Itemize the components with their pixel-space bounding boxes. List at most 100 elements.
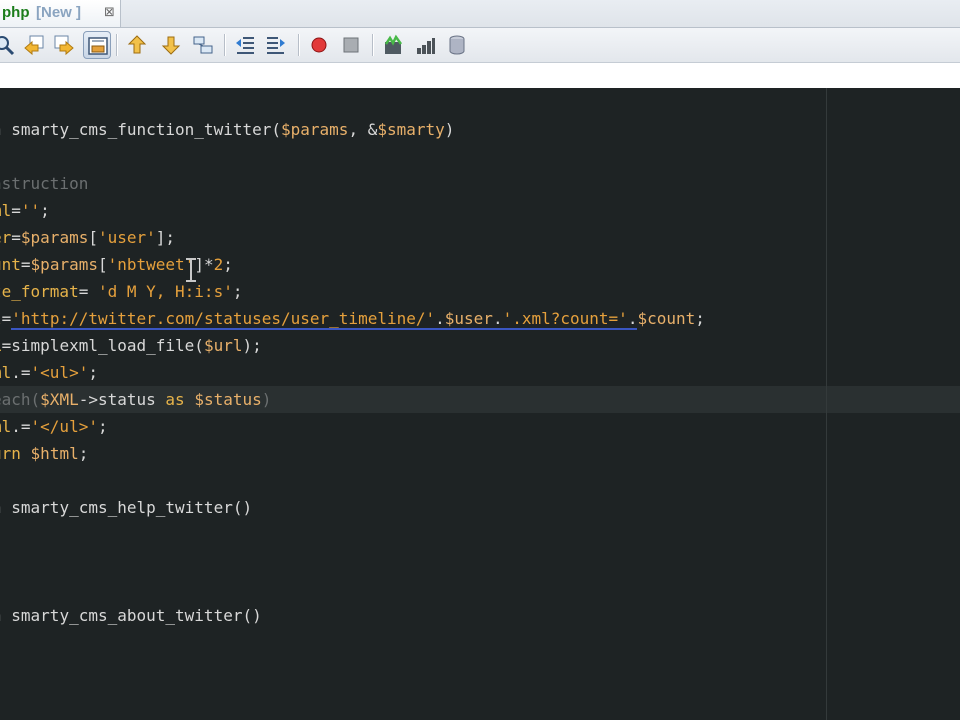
- code-token: ml: [0, 363, 12, 382]
- code-token: $params: [281, 120, 349, 139]
- up-icon[interactable]: [123, 31, 151, 59]
- code-token: [: [97, 255, 108, 274]
- code-token: smarty_cms_help_twitter(): [1, 498, 253, 517]
- code-line[interactable]: er=$params['user'];: [0, 224, 175, 251]
- close-icon[interactable]: ⊠: [104, 5, 115, 20]
- editor-toolbar: [0, 28, 960, 63]
- code-token: ml: [0, 201, 12, 220]
- code-token: .: [435, 309, 445, 330]
- code-line[interactable]: l='http://twitter.com/statuses/user_time…: [0, 305, 705, 332]
- code-line[interactable]: ml='';: [0, 197, 50, 224]
- code-editor[interactable]: n smarty_cms_function_twitter($params, &…: [0, 88, 960, 720]
- chart-icon[interactable]: [411, 31, 439, 59]
- code-comment: nstruction: [0, 174, 89, 193]
- code-token: smarty_cms_about_twitter(): [1, 606, 262, 625]
- tab-status-badge: [New ]: [36, 4, 81, 21]
- editor-tab-bar: php [New ] ⊠: [0, 0, 960, 28]
- code-token: ml: [0, 417, 12, 436]
- code-line[interactable]: ml.='<ul>';: [0, 359, 98, 386]
- file-tab[interactable]: php [New ] ⊠: [0, 0, 121, 27]
- code-token: te_format: [0, 282, 79, 301]
- code-string: 'nbtweet': [107, 255, 195, 274]
- code-token: ): [261, 390, 272, 409]
- toolbar-separator: [372, 34, 374, 56]
- code-token: , &: [348, 120, 378, 139]
- shift-left-icon[interactable]: [231, 31, 259, 59]
- toolbar-separator: [224, 34, 226, 56]
- forward-icon[interactable]: [50, 31, 78, 59]
- code-token: $XML: [40, 390, 79, 409]
- tab-file-label: php: [2, 4, 30, 21]
- code-token: $url: [203, 336, 243, 355]
- code-token: each: [0, 390, 31, 409]
- code-line[interactable]: ml.='</ul>';: [0, 413, 108, 440]
- code-line[interactable]: each($XML->status as $status): [0, 386, 271, 413]
- code-token: .: [492, 309, 503, 330]
- editor-top-gap: [0, 63, 960, 88]
- code-token: .=: [11, 363, 31, 382]
- code-token: [: [88, 228, 98, 247]
- code-token: smarty_cms_function_twitter(: [1, 120, 281, 139]
- code-token: =simplexml_load_file(: [1, 336, 204, 355]
- down-icon[interactable]: [157, 31, 185, 59]
- code-string: '</ul>': [30, 417, 98, 436]
- code-line[interactable]: n smarty_cms_function_twitter($params, &…: [0, 116, 454, 143]
- text-cursor-ibeam: [186, 258, 196, 282]
- toolbar-separator: [116, 34, 118, 56]
- right-margin-guide: [826, 88, 827, 720]
- code-token: .=: [11, 417, 31, 436]
- code-token: ): [444, 120, 455, 139]
- code-string: '': [20, 201, 41, 220]
- code-string: '<ul>': [30, 363, 89, 382]
- record-macro-icon[interactable]: [305, 31, 333, 59]
- code-line[interactable]: urn $html;: [0, 440, 88, 467]
- database-icon[interactable]: [443, 31, 471, 59]
- find-icon[interactable]: [0, 31, 18, 59]
- code-line[interactable]: n smarty_cms_about_twitter(): [0, 602, 262, 629]
- code-token: =: [11, 201, 21, 220]
- code-string: 'user': [97, 228, 156, 247]
- code-line[interactable]: te_format= 'd M Y, H:i:s';: [0, 278, 242, 305]
- code-token: ;: [78, 444, 89, 463]
- code-token: $status: [194, 390, 262, 409]
- code-token: =: [1, 309, 12, 328]
- code-token: $user: [444, 309, 493, 330]
- code-line[interactable]: L=simplexml_load_file($url);: [0, 332, 262, 359]
- code-line[interactable]: nstruction: [0, 170, 88, 197]
- code-token: =: [20, 255, 31, 274]
- code-token: ;: [40, 201, 50, 220]
- code-token: ;: [88, 363, 98, 382]
- code-url-string: 'http://twitter.com/statuses/user_timeli…: [11, 309, 436, 330]
- code-token: ;: [223, 255, 233, 274]
- code-token: as: [165, 390, 185, 409]
- code-token: ;: [695, 309, 705, 328]
- code-line[interactable]: unt=$params['nbtweet']*2;: [0, 251, 233, 278]
- code-token: ;: [232, 282, 243, 301]
- stop-macro-icon[interactable]: [337, 31, 365, 59]
- code-line[interactable]: n smarty_cms_help_twitter(): [0, 494, 252, 521]
- code-string: '.xml?count=': [502, 309, 628, 330]
- code-token: er: [0, 228, 12, 247]
- code-token: );: [242, 336, 262, 355]
- code-string: 'd M Y, H:i:s': [97, 282, 233, 301]
- toolbar-separator: [298, 34, 300, 56]
- bookmark-icon[interactable]: [379, 31, 407, 59]
- toggle-view-icon[interactable]: [83, 31, 111, 59]
- code-token: =: [11, 228, 21, 247]
- code-token: $params: [30, 255, 98, 274]
- code-token: $smarty: [377, 120, 445, 139]
- shift-right-icon[interactable]: [262, 31, 290, 59]
- breadcrumb-icon[interactable]: [189, 31, 217, 59]
- code-token: =: [78, 282, 98, 301]
- code-token: ]*: [194, 255, 214, 274]
- code-token: $count: [637, 309, 696, 328]
- code-token: $html: [30, 444, 79, 463]
- code-token: .: [627, 309, 638, 330]
- code-token: ;: [97, 417, 108, 436]
- code-token: $params: [20, 228, 89, 247]
- back-icon[interactable]: [20, 31, 48, 59]
- code-token: ];: [155, 228, 176, 247]
- code-number: 2: [213, 255, 224, 274]
